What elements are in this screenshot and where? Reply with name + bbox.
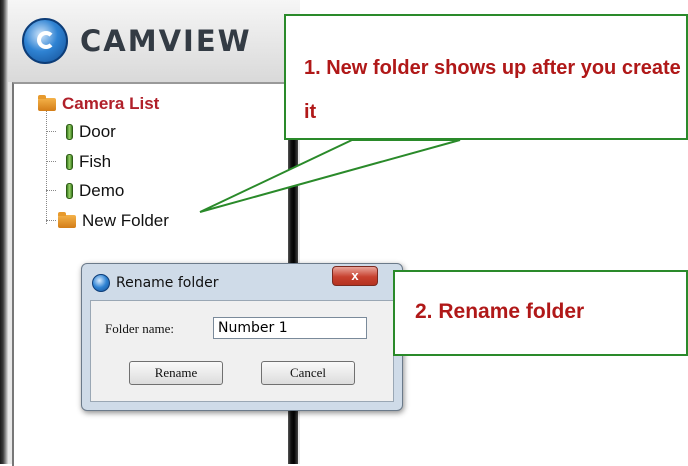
callout-rename-folder-text: 2. Rename folder	[415, 300, 585, 323]
callout-1-pointer	[199, 139, 461, 213]
callout-new-folder: 1. New folder shows up after you create …	[284, 14, 688, 140]
cancel-button[interactable]: Cancel	[261, 361, 355, 385]
folder-name-input[interactable]: Number 1	[213, 317, 367, 339]
close-button[interactable]: x	[332, 266, 378, 286]
camview-app-icon	[92, 274, 110, 292]
callout-rename-folder: 2. Rename folder	[393, 270, 688, 356]
rename-button[interactable]: Rename	[129, 361, 223, 385]
rename-folder-dialog: Rename folder x Folder name: Number 1 Re…	[81, 263, 403, 411]
callout-new-folder-text: 1. New folder shows up after you create …	[304, 57, 681, 123]
dialog-body: Folder name: Number 1 Rename Cancel	[90, 300, 394, 402]
folder-name-label: Folder name:	[105, 321, 174, 336]
dialog-title: Rename folder	[116, 275, 219, 291]
